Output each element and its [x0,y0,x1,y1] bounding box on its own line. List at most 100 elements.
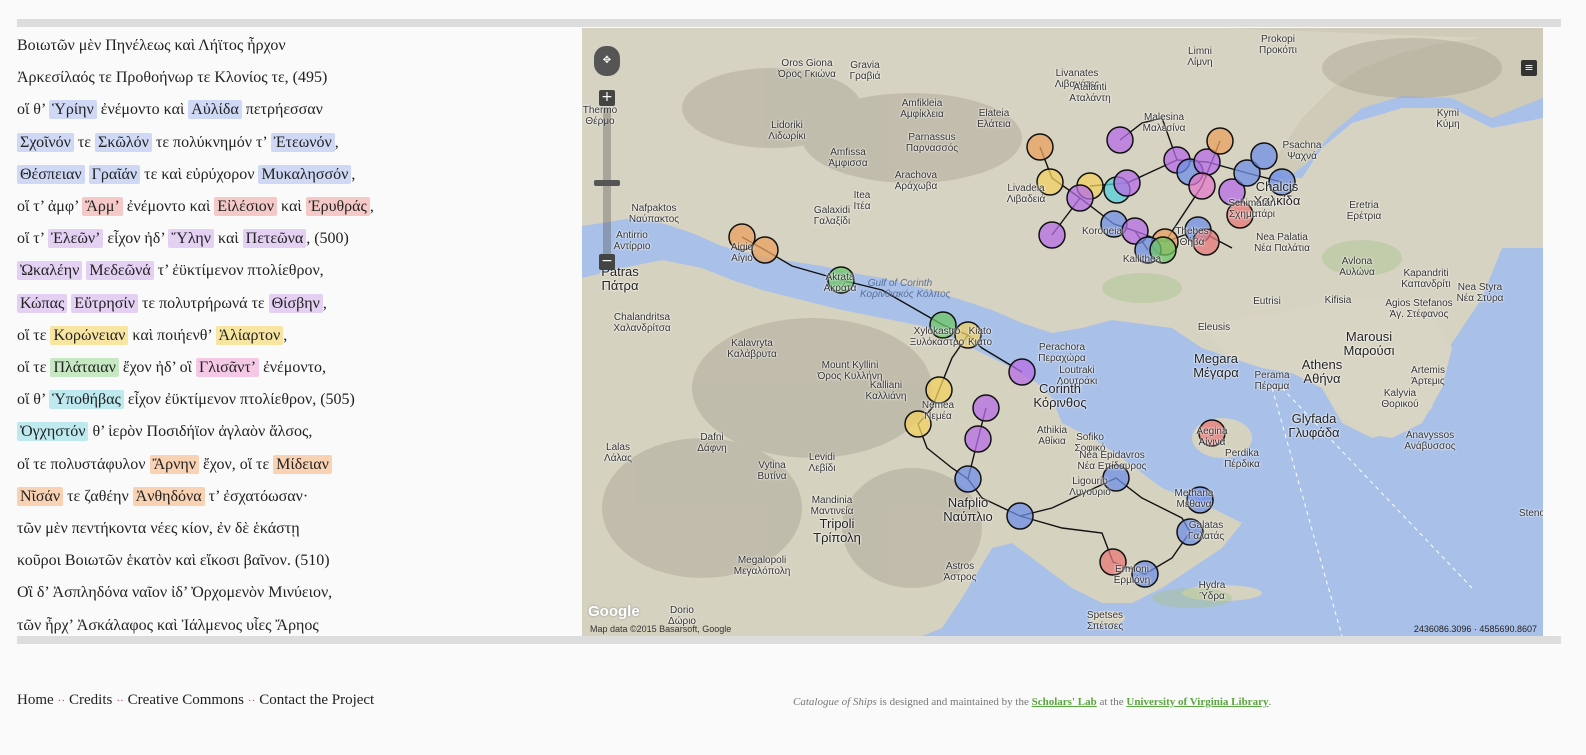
place-name-highlight[interactable]: Εἰλέσιον [214,197,278,216]
place-name-highlight[interactable]: Ὑποθήβας [49,390,124,410]
place-name-highlight[interactable]: Μεδεῶνά [86,261,154,281]
place-name-highlight[interactable]: Πετεῶνα [242,229,307,249]
verse-text: πετρήεσσαν [241,101,323,119]
place-marker-purple[interactable] [1066,184,1094,212]
place-name-highlight[interactable]: Μίδειαν [273,454,332,474]
map-label-chalandritsa: Chalandritsa Χαλανδρίτσα [613,312,671,334]
scholars-lab-link[interactable]: Scholars' Lab [1032,696,1097,708]
map-label-kallithea: Kallithea [1122,254,1162,265]
verse-text: τε ζαθέην [63,487,133,505]
place-marker-orange[interactable] [1026,133,1054,161]
place-name-highlight[interactable]: Ὕλην [168,229,215,249]
credit-text: at the [1096,696,1127,708]
place-name-highlight[interactable]: Ἐρυθράς [305,197,370,216]
place-name-highlight[interactable]: Νῖσάν [17,486,64,506]
poem-text-panel[interactable]: Βοιωτῶν μὲν Πηνέλεως καὶ Λήϊτος ἦρχον Ἀρκ… [17,28,582,636]
zoom-slider-thumb[interactable] [594,180,620,186]
place-name-highlight[interactable]: Ἅρμ’ [82,197,123,216]
zoom-slider[interactable] [594,108,620,256]
place-name-highlight[interactable]: Γραῖάν [88,164,141,184]
place-name-highlight[interactable]: Ὑρίην [49,100,97,120]
layer-switcher-button[interactable]: ≡ [1521,60,1537,76]
credit-text: . [1268,696,1272,708]
place-name-highlight[interactable]: Γλισᾶντ’ [195,358,260,377]
poem-line: Ὀγχηστόν θ’ ἱερὸν Ποσιδήϊον ἀγλαὸν ἄλσος… [17,420,312,444]
map-label-atheni: Kifisia [1324,295,1352,306]
poem-line: οἵ θ’ Ὑρίην ἐνέμοντο καὶ Αὐλίδα πετρήεσσ… [17,98,323,122]
zoom-out-button[interactable]: − [599,254,615,270]
map-label-neaepidavros: Nea Epidavros Νέα Επίδαυρος [1077,450,1147,472]
place-name-highlight[interactable]: Θίσβην [268,293,323,313]
place-name-highlight[interactable]: Σκῶλόν [95,132,152,152]
place-name-highlight[interactable]: Θέσπειαν [17,164,85,184]
place-marker-blue[interactable] [1006,502,1034,530]
map-label-eleusis: Eleusis [1197,322,1231,333]
map-label-dafni: Dafni Δάφνη [697,432,727,454]
place-name-highlight[interactable]: Ἀνθηδόνα [132,486,205,506]
place-marker-purple[interactable] [1113,169,1141,197]
place-name-highlight[interactable]: Ἐλεῶν’ [47,229,104,249]
poem-line: Ἀρκεσίλαός τε Προθοήνωρ τε Κλονίος τε, (… [17,66,327,90]
zoom-in-button[interactable]: + [599,90,615,106]
footer-separator: ·· [57,695,65,707]
map-label-oros: Oros Giona Όρος Γκιώνα [778,58,836,80]
map-label-ligourio: Ligourio Λυγουριό [1069,476,1111,498]
place-name-highlight[interactable]: Ἄρνην [149,454,199,474]
map-label-methana: Methana Μέθανα [1174,488,1214,510]
poem-line: οἵ τ’ Ἐλεῶν’ εἶχον ἠδ’ Ὕλην καὶ Πετεῶνα,… [17,227,349,251]
map-label-eutrisi: Eutrisi [1253,296,1281,307]
place-marker-blue[interactable] [954,465,982,493]
footer-link-credits[interactable]: Credits [69,692,112,708]
place-name-highlight[interactable]: Μυκαλησσόν [258,164,352,184]
map-label-parnassus: Parnassus Παρνασσός [905,132,959,154]
verse-text: , [322,294,327,312]
place-name-highlight[interactable]: Εὔτρησίν [71,293,138,313]
verse-text: , (500) [306,230,349,248]
pan-control[interactable]: ✥ [594,46,620,76]
place-name-highlight[interactable]: Ἐτεωνόν [270,132,335,152]
map-label-mountkyllini: Mount Kyllini Όρος Κυλλήνη [817,360,883,382]
verse-text: , [283,326,288,344]
map-label-malesina: Malesina Μαλεσίνα [1142,112,1186,134]
verse-text: εἶχον ἐϋκτίμενον πτολίεθρον, (505) [123,391,355,409]
verse-text: ἐνέμοντο καὶ [122,198,215,215]
map-label-vytina: Vytina Βυτίνα [757,460,787,482]
poem-line: οἵ τ’ ἀμφ’ Ἅρμ’ ἐνέμοντο καὶ Εἰλέσιον κα… [17,195,374,219]
zoom-control[interactable]: ✥ + − [594,46,620,270]
google-logo: Google [588,603,640,620]
poem-line: οἵ τε Πλάταιαν ἔχον ἠδ’ οἳ Γλισᾶντ’ ἐνέμ… [17,356,326,380]
footer-link-home[interactable]: Home [17,692,54,708]
place-marker-pink[interactable] [1188,172,1216,200]
top-divider [17,19,1561,27]
poem-line: Ὠκαλέην Μεδεῶνά τ’ ἐϋκτίμενον πτολίεθρον… [17,259,324,283]
map-label-stenos: Steno [1518,508,1543,519]
map-label-thebes: Thebes Θήβα [1175,226,1209,248]
verse-text: τ’ ἐσχατόωσαν· [204,487,309,505]
verse-text: , [369,198,374,215]
map-label-napfaktos: Nafpaktos Ναύπακτος [628,203,680,225]
place-marker-purple[interactable] [964,425,992,453]
map-label-livadeia: Livadeia Λιβαδειά [1006,183,1046,205]
map-view[interactable]: Livanates Λιβανάτες Atalanti Αταλάντη Gravia… [582,28,1543,636]
uva-library-link[interactable]: University of Virginia Library [1126,696,1268,708]
place-name-highlight[interactable]: Κορώνειαν [50,325,129,345]
poem-line: τῶν ἦρχ’ Ἀσκάλαφος καὶ Ἰάλμενος υἷες Ἄρη… [17,614,319,636]
footer-link-creative-commons[interactable]: Creative Commons [128,692,244,708]
place-name-highlight[interactable]: Ὀγχηστόν [17,422,89,442]
place-name-highlight[interactable]: Αὐλίδα [188,100,242,120]
place-name-highlight[interactable]: Ἁλίαρτον [215,325,284,345]
place-name-highlight[interactable]: Ὠκαλέην [17,261,83,281]
footer-separator: ·· [116,695,124,707]
poem-line: Κώπας Εὔτρησίν τε πολυτρήρωνά τε Θίσβην, [17,292,327,316]
place-name-highlight[interactable]: Σχοῖνόν [17,132,74,152]
verse-text: τῶν ἦρχ’ Ἀσκάλαφος καὶ Ἰάλμενος υἷες Ἄρη… [17,616,319,634]
map-label-perdika: Perdika Πέρδικα [1224,448,1260,470]
footer-link-contact[interactable]: Contact the Project [259,692,374,708]
verse-text: ἐνέμοντο καὶ [96,101,189,119]
verse-text: Ἀρκεσίλαός τε Προθοήνωρ τε Κλονίος τε, (… [17,69,328,87]
place-name-highlight[interactable]: Κώπας [17,293,68,313]
map-label-arachova: Arachova Αράχωβα [894,170,938,192]
map-label-ermioni: Ermioni Ερμιόνη [1113,564,1151,586]
place-marker-orange[interactable] [1206,127,1234,155]
place-name-highlight[interactable]: Πλάταιαν [50,358,119,377]
